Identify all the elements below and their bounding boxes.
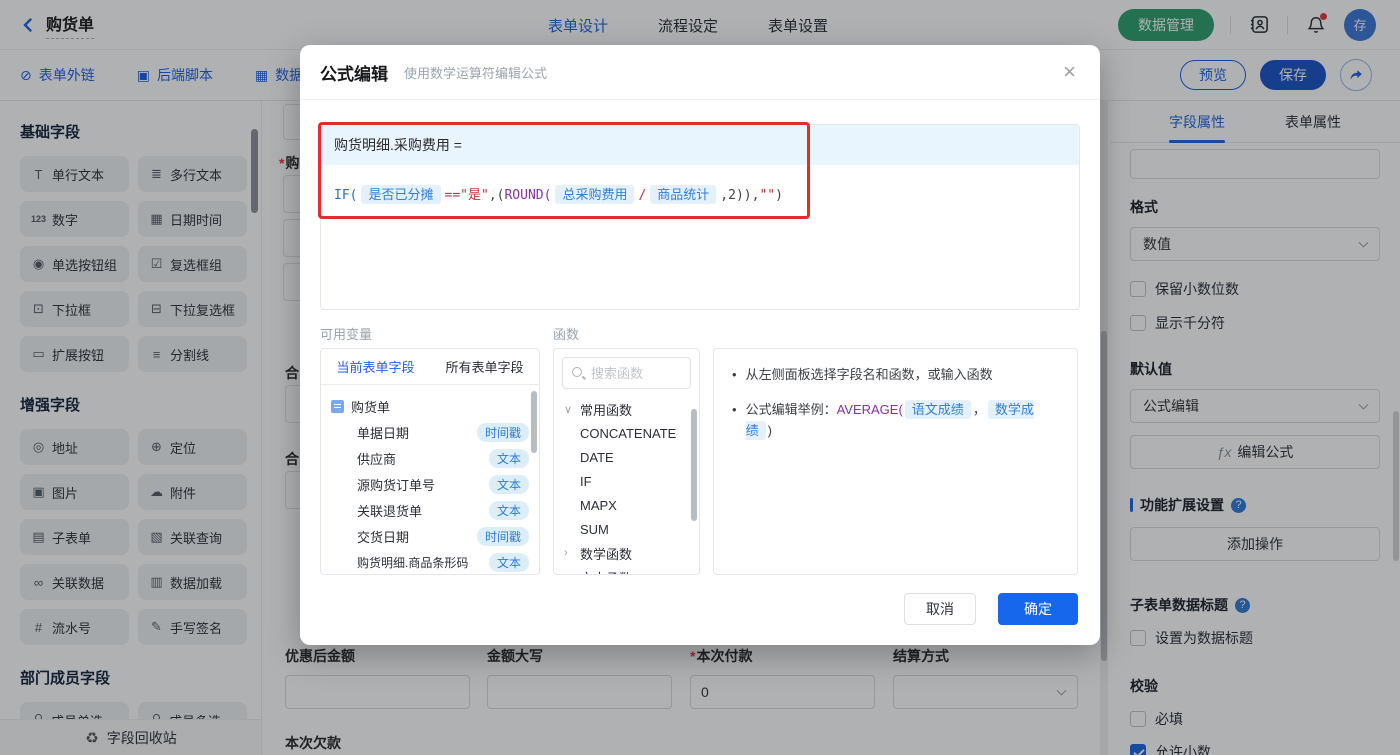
field-chip[interactable]: 总采购费用 xyxy=(555,185,635,204)
type-badge: 时间戳 xyxy=(476,526,529,546)
tab-current-form-fields[interactable]: 当前表单字段 xyxy=(321,349,430,384)
formula-editor-modal: 公式编辑 使用数学运算符编辑公式 × 购货明细.采购费用 = IF(是否已分摊 =… xyxy=(300,45,1100,645)
variables-panel: 当前表单字段 所有表单字段 购货单 单据日期 时间戳 供应商 文本 源购货订单号 文本… xyxy=(320,348,540,575)
example-chip: 语文成绩 xyxy=(904,399,971,419)
close-icon[interactable]: × xyxy=(1063,61,1076,83)
formula-expression[interactable]: IF(是否已分摊 =="是",(ROUND(总采购费用 / 商品统计 ,2)),"") xyxy=(321,165,1079,222)
app-root: 购货单 表单设计 流程设定 表单设置 数据管理 存 ⊘ 表单外链 ▣ 后端脚本 … xyxy=(0,0,1400,755)
function-item[interactable]: DATE xyxy=(554,445,699,469)
functions-panel: ∨常用函数 CONCATENATE DATE IF MAPX SUM ›数学函数… xyxy=(553,348,700,575)
modal-subtitle: 使用数学运算符编辑公式 xyxy=(404,65,548,81)
confirm-button[interactable]: 确定 xyxy=(998,593,1078,625)
search-icon xyxy=(571,366,585,380)
cancel-button[interactable]: 取消 xyxy=(904,593,976,625)
caret-down-icon: ∨ xyxy=(564,403,573,416)
form-doc-icon xyxy=(331,399,344,413)
variables-scrollbar[interactable] xyxy=(531,391,537,453)
variables-caption: 可用变量 xyxy=(320,327,373,342)
variables-root-form[interactable]: 购货单 xyxy=(331,393,531,419)
variable-item[interactable]: 供应商 文本 xyxy=(331,445,531,471)
tip-line: 从左侧面板选择字段名和函数，或输入函数 xyxy=(732,365,1059,386)
type-badge: 文本 xyxy=(488,552,529,572)
average-function: AVERAGE( xyxy=(836,401,903,417)
field-chip[interactable]: 商品统计 xyxy=(650,185,717,204)
function-group-math[interactable]: › 数学函数 xyxy=(554,541,699,565)
caret-right-icon: › xyxy=(564,547,568,559)
modal-header: 公式编辑 使用数学运算符编辑公式 × xyxy=(300,45,1100,100)
formula-target-line: 购货明细.采购费用 = xyxy=(321,125,1079,165)
if-keyword: IF( xyxy=(334,188,358,203)
modal-footer: 取消 确定 xyxy=(904,593,1078,625)
variables-tree: 购货单 单据日期 时间戳 供应商 文本 源购货订单号 文本 关联退货单 文本 交货日期时… xyxy=(321,385,539,574)
variable-item[interactable]: 源购货订单号 文本 xyxy=(331,471,531,497)
function-item[interactable]: IF xyxy=(554,469,699,493)
type-badge: 文本 xyxy=(488,474,529,494)
functions-scrollbar[interactable] xyxy=(691,409,697,521)
function-group-common[interactable]: ∨ 常用函数 xyxy=(554,397,699,421)
type-badge: 时间戳 xyxy=(476,422,529,442)
variable-item[interactable]: 购货明细.商品条形码 文本 xyxy=(331,549,531,574)
function-search[interactable] xyxy=(562,357,691,389)
function-item[interactable]: SUM xyxy=(554,517,699,541)
tab-all-form-fields[interactable]: 所有表单字段 xyxy=(430,349,539,384)
type-badge: 文本 xyxy=(488,500,529,520)
function-item[interactable]: MAPX xyxy=(554,493,699,517)
function-item[interactable]: CONCATENATE xyxy=(554,421,699,445)
modal-title: 公式编辑 xyxy=(320,64,388,84)
tip-example-line: 公式编辑举例：AVERAGE(语文成绩，数学成绩) xyxy=(732,399,1059,442)
variables-tabs: 当前表单字段 所有表单字段 xyxy=(321,349,539,385)
function-group-text[interactable]: ›文本函数 xyxy=(554,565,699,575)
round-function: ROUND( xyxy=(504,188,552,203)
variable-item[interactable]: 交货日期 时间戳 xyxy=(331,523,531,549)
variable-item[interactable]: 单据日期 时间戳 xyxy=(331,419,531,445)
formula-editor[interactable]: 购货明细.采购费用 = IF(是否已分摊 =="是",(ROUND(总采购费用 / 商… xyxy=(320,124,1080,310)
function-search-input[interactable] xyxy=(591,365,681,381)
functions-caption: 函数 xyxy=(553,327,580,342)
field-chip[interactable]: 是否已分摊 xyxy=(361,185,441,204)
caret-right-icon: › xyxy=(564,571,574,574)
tips-panel: 从左侧面板选择字段名和函数，或输入函数 公式编辑举例：AVERAGE(语文成绩，… xyxy=(713,348,1078,575)
variable-item[interactable]: 关联退货单 文本 xyxy=(331,497,531,523)
type-badge: 文本 xyxy=(488,448,529,468)
